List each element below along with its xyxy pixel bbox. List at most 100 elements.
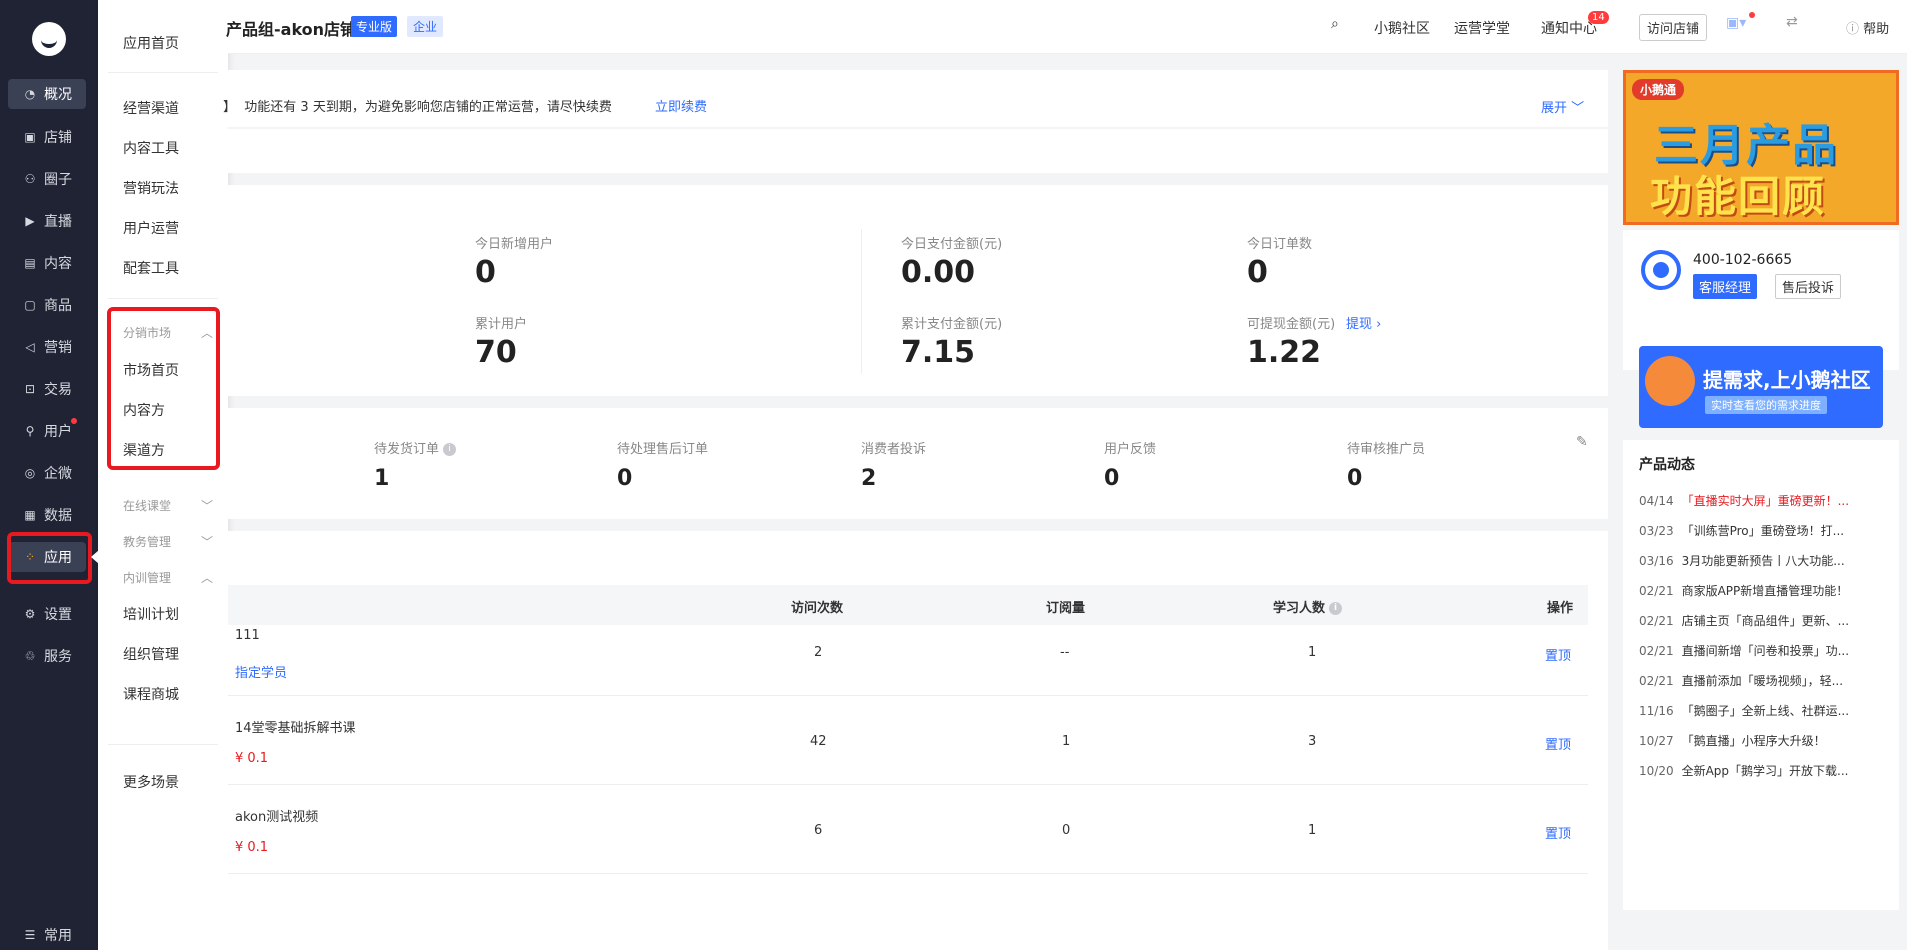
submenu-marketing-play[interactable]: 营销玩法 [123,178,179,198]
logo-icon[interactable] [32,22,66,56]
sidebar-item-service[interactable]: ♲ 服务 [8,641,86,671]
sidebar-item-settings[interactable]: ⚙ 设置 [8,599,86,629]
todo-value[interactable]: 1 [374,466,389,491]
expand-link[interactable]: 展开 ﹀ [1541,97,1584,116]
row-divider [228,695,1588,696]
stat-value: 0.00 [901,255,976,290]
renew-link[interactable]: 立即续费 [655,96,707,115]
help-icon: ⓘ [1846,22,1864,37]
course-name[interactable]: 111 [235,628,260,643]
store-switch-icon[interactable]: ▣▾ [1726,15,1746,31]
course-subs: -- [1060,645,1070,660]
todo-value[interactable]: 0 [617,466,632,491]
community-link[interactable]: 小鹅社区 [1374,18,1430,38]
edit-icon[interactable]: ✎ [1576,434,1588,450]
banner-brand: 小鹅通 [1632,79,1685,100]
news-item[interactable]: 03/16 3月功能更新预告丨八大功能... [1639,552,1889,569]
live-icon: ▶ [25,214,35,228]
sidebar-item-wecom[interactable]: ◎ 企微 [8,458,86,488]
submenu-group-online-class[interactable]: 在线课堂 ﹀ [123,497,213,514]
news-item[interactable]: 04/14 「直播实时大屏」重磅更新！... [1639,492,1889,509]
service-icon: ♲ [24,649,36,663]
info-icon[interactable]: i [443,443,457,456]
stats-card: 今日新增用户 0 累计用户 70 今日支付金额(元) 0.00 累计支付金额(元… [228,185,1608,396]
stat-label: 今日订单数 [1247,237,1313,252]
top-header: 产品组-akon店铺 专业版 企业 ⌕ 小鹅社区 运营学堂 通知中心 14 访问… [226,0,1907,54]
submenu-apps-home[interactable]: 应用首页 [123,33,179,53]
submenu-support-tools[interactable]: 配套工具 [123,258,179,278]
todo-value[interactable]: 2 [861,466,876,491]
sidebar-item-marketing[interactable]: ◁ 营销 [8,332,86,362]
support-phone: 400-102-6665 [1693,252,1793,268]
submenu-course-mall[interactable]: 课程商城 [123,684,179,704]
mascot-icon [1645,356,1695,406]
news-item[interactable]: 02/21 店铺主页「商品组件」更新、... [1639,612,1889,629]
news-item[interactable]: 02/21 直播间新增「问卷和投票」功... [1639,642,1889,659]
course-name[interactable]: akon测试视频 [235,806,318,825]
product-review-banner[interactable]: 小鹅通 三月产品 功能回顾 [1623,70,1899,225]
wecom-icon: ◎ [24,466,36,480]
stat-label: 可提现金额(元) [1247,317,1336,332]
course-price: ¥ 0.1 [235,840,269,855]
community-promo-banner[interactable]: 提需求,上小鹅社区 实时查看您的需求进度 [1639,346,1883,428]
pin-top-button[interactable]: 置顶 [1545,734,1571,753]
news-item[interactable]: 10/20 全新App「鹅学习」开放下载... [1639,762,1889,779]
submenu-org-manage[interactable]: 组织管理 [123,644,179,664]
course-visits: 6 [814,823,823,838]
sidebar-item-store[interactable]: ▣ 店铺 [8,122,86,152]
apps-submenu: 应用首页 经营渠道 内容工具 营销玩法 用户运营 配套工具 分销市场 ︿ 市场首页… [98,0,228,950]
user-icon: ⚲ [25,424,35,438]
col-visits: 访问次数 [791,601,844,616]
sidebar-item-live[interactable]: ▶ 直播 [8,206,86,236]
submenu-content-tools[interactable]: 内容工具 [123,138,179,158]
service-manager-button[interactable]: 客服经理 [1693,274,1758,299]
news-item[interactable]: 11/16 「鹅圈子」全新上线、社群运... [1639,702,1889,719]
sidebar-item-circle[interactable]: ⚇ 圈子 [8,164,86,194]
promo-subtitle: 实时查看您的需求进度 [1705,396,1827,414]
sidebar-item-overview[interactable]: ◔ 概况 [8,79,86,109]
submenu-user-ops[interactable]: 用户运营 [123,218,179,238]
sidebar-item-content[interactable]: ▤ 内容 [8,248,86,278]
shop-name[interactable]: 产品组-akon店铺 [226,16,356,40]
submenu-group-edu[interactable]: 教务管理 ﹀ [123,533,213,550]
after-sales-complaint-button[interactable]: 售后投诉 [1775,274,1842,299]
pin-top-button[interactable]: 置顶 [1545,823,1571,842]
chevron-down-icon: ﹀ [1571,101,1585,116]
data-icon: ▦ [24,508,36,522]
academy-link[interactable]: 运营学堂 [1454,18,1510,38]
product-news: 产品动态 04/14 「直播实时大屏」重磅更新！... 03/23 「训练营Pro」… [1623,440,1899,910]
sidebar-item-transaction[interactable]: ⊡ 交易 [8,374,86,404]
submenu-group-training[interactable]: 内训管理 ︿ [123,569,213,586]
sidebar-item-common[interactable]: ☰ 常用 [8,920,86,950]
course-tag-link[interactable]: 指定学员 [235,662,287,681]
submenu-training-plan[interactable]: 培训计划 [123,604,179,624]
pin-top-button[interactable]: 置顶 [1545,645,1571,664]
todo-value[interactable]: 0 [1104,466,1119,491]
transaction-icon: ⊡ [24,382,36,396]
enterprise-badge: 企业 [407,16,444,37]
submenu-business-channel[interactable]: 经营渠道 [123,98,179,118]
notice-text: 】 功能还有 3 天到期，为避免影响您店铺的正常运营，请尽快续费 [223,100,612,115]
info-icon[interactable]: i [1329,602,1343,615]
notification-count-badge: 14 [1588,11,1609,24]
news-item[interactable]: 02/21 直播前添加「暖场视频」，轻... [1639,672,1889,689]
sidebar-item-goods[interactable]: ▢ 商品 [8,290,86,320]
swap-icon[interactable]: ⇄ [1786,14,1798,30]
help-link[interactable]: ⓘ 帮助 [1846,18,1889,37]
search-icon[interactable]: ⌕ [1331,16,1339,32]
withdraw-link[interactable]: 提现 › [1346,313,1381,332]
sidebar-item-data[interactable]: ▦ 数据 [8,500,86,530]
submenu-divider [108,744,218,745]
news-item[interactable]: 02/21 商家版APP新增直播管理功能！ [1639,582,1889,599]
submenu-more-scenes[interactable]: 更多场景 [123,772,179,792]
banner-title-line2: 功能回顾 [1650,172,1827,221]
store-icon: ▣ [24,130,36,144]
visit-store-button[interactable]: 访问店铺 [1639,14,1708,41]
apps-highlight-box [7,532,92,584]
news-item[interactable]: 03/23 「训练营Pro」重磅登场！打... [1639,522,1889,539]
course-name[interactable]: 14堂零基础拆解书课 [235,717,356,736]
headset-icon [1641,250,1681,290]
news-item[interactable]: 10/27 「鹅直播」小程序大升级！ [1639,732,1889,749]
store-alert-dot [1749,12,1755,18]
todo-value[interactable]: 0 [1347,466,1362,491]
